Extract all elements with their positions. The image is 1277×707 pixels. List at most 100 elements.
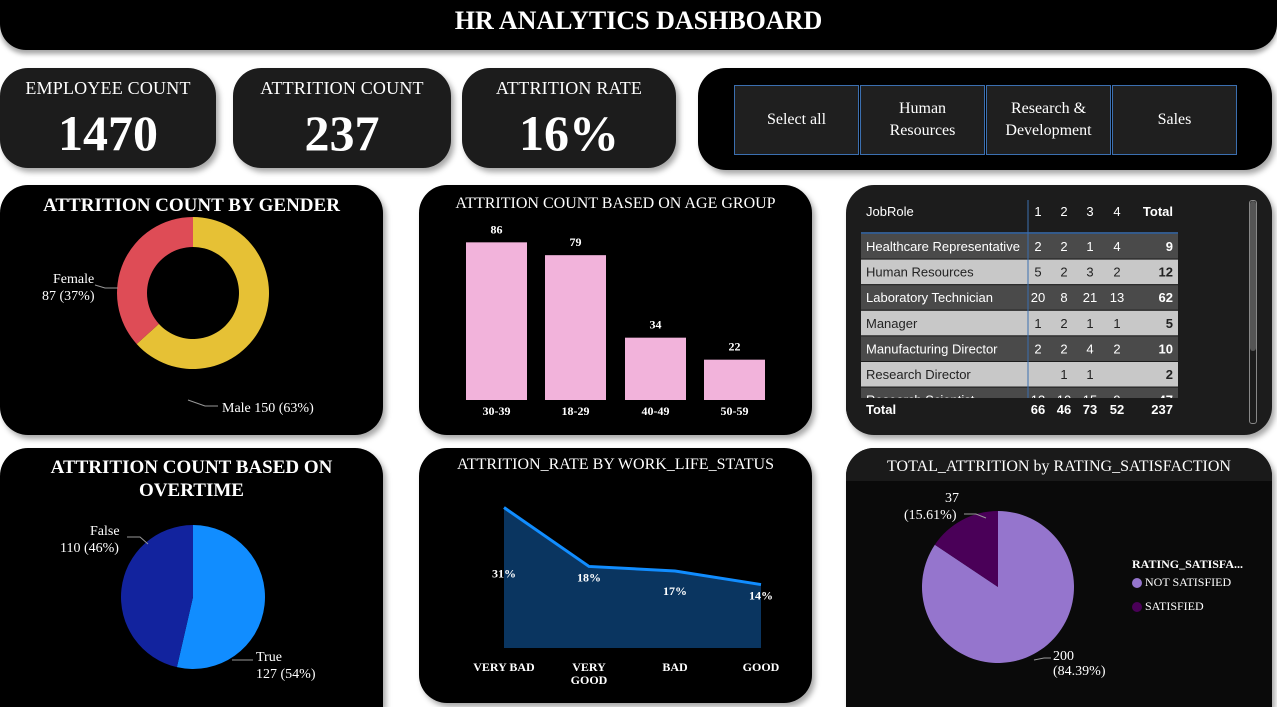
female-value: 87 (37%) — [42, 289, 95, 304]
gender-chart-card: ATTRITION COUNT BY GENDER Female 87 (37%… — [0, 185, 383, 435]
overtime-chart-card: ATTRITION COUNT BASED ON OVERTIME False … — [0, 448, 383, 707]
gender-donut-svg: Female 87 (37%) Male 150 (63%) — [42, 217, 314, 416]
table-cell[interactable]: 1 — [1086, 367, 1093, 382]
table-cell[interactable]: 2 — [1060, 265, 1067, 280]
legend-swatch-satisfied — [1132, 602, 1142, 612]
table-header-cell: 1 — [1034, 204, 1041, 219]
leader-line — [127, 536, 149, 545]
slicer-human-resources[interactable]: Human Resources — [860, 85, 985, 155]
true-value: 127 (54%) — [256, 667, 316, 682]
overtime-pie-svg: False 110 (46%) True 127 (54%) — [60, 524, 316, 682]
table-cell[interactable]: Healthcare Representative — [866, 239, 1020, 254]
table-cell[interactable]: 4 — [1113, 239, 1120, 254]
table-header-cell: 4 — [1113, 204, 1120, 219]
table-cell[interactable]: 2 — [1113, 265, 1120, 280]
kpi-value: 1470 — [58, 105, 158, 161]
not-satisfied-value: 200 — [1053, 649, 1074, 664]
table-cell[interactable]: 4 — [1086, 341, 1093, 356]
table-cell[interactable]: 5 — [1166, 316, 1173, 331]
legend-swatch-not-satisfied — [1132, 578, 1142, 588]
kpi-label: ATTRITION RATE — [495, 78, 643, 98]
age-bars-svg: 86 30-39 79 18-29 34 40-49 22 50-59 — [466, 222, 765, 418]
worklife-area-svg: 31% 18%17% 14%VERY BAD VERYGOODBAD GOOD — [473, 506, 780, 687]
table-cell[interactable]: 1 — [1086, 316, 1093, 331]
legend-title: RATING_SATISFA... — [1132, 557, 1243, 571]
worklife-category-label: VERY — [572, 660, 606, 674]
table-cell[interactable]: Human Resources — [866, 265, 974, 280]
worklife-data-label: 31% — [492, 567, 516, 581]
kpi-label: ATTRITION COUNT — [260, 78, 424, 98]
age-bar[interactable] — [545, 255, 606, 400]
table-cell[interactable]: 8 — [1060, 290, 1067, 305]
table-cell[interactable]: 1 — [1086, 239, 1093, 254]
satisfied-pct: (15.61%) — [904, 508, 957, 523]
table-cell[interactable]: 2 — [1034, 239, 1041, 254]
age-category-label: 50-59 — [721, 404, 749, 418]
table-cell[interactable]: 2 — [1113, 341, 1120, 356]
table-cell[interactable]: 2 — [1034, 341, 1041, 356]
table-row-values-bg — [1028, 285, 1178, 310]
jobrole-table: JobRole 1 2 3 4 TotalHealthcare Representativ… — [846, 200, 1246, 423]
donut-slice-female[interactable] — [117, 217, 193, 345]
table-cell[interactable]: 62 — [1159, 290, 1173, 305]
age-bar-data-label: 79 — [570, 235, 582, 249]
slicer-label: Research & Development — [1005, 100, 1092, 139]
kpi-label: EMPLOYEE COUNT — [25, 78, 191, 98]
leader-line — [187, 399, 218, 407]
kpi-attrition-count: ATTRITION COUNT 237 — [233, 68, 451, 168]
table-cell[interactable]: 10 — [1159, 341, 1173, 356]
worklife-data-label: 18% — [577, 570, 601, 584]
legend-satisfied[interactable]: SATISFIED — [1145, 599, 1204, 613]
table-total-cell: 52 — [1110, 402, 1124, 417]
table-cell[interactable]: 13 — [1110, 290, 1124, 305]
worklife-category-label: VERY BAD — [473, 660, 535, 674]
table-cell[interactable]: 20 — [1031, 290, 1045, 305]
slicer-sales[interactable]: Sales — [1112, 85, 1237, 155]
worklife-category-label: GOOD — [743, 660, 780, 674]
table-cell[interactable]: 1 — [1034, 316, 1041, 331]
table-cell[interactable]: 2 — [1166, 367, 1173, 382]
table-row-values-bg — [1028, 234, 1178, 259]
table-cell[interactable]: 5 — [1034, 265, 1041, 280]
slicer-label: Select all — [766, 111, 827, 128]
table-cell[interactable]: 1 — [1113, 316, 1120, 331]
scrollbar-thumb[interactable] — [1250, 201, 1256, 351]
age-category-label: 18-29 — [562, 404, 590, 418]
table-scrollbar[interactable] — [1249, 200, 1257, 424]
table-cell[interactable]: Laboratory Technician — [866, 290, 993, 305]
table-cell[interactable]: 12 — [1159, 265, 1173, 280]
legend-not-satisfied[interactable]: NOT SATISFIED — [1145, 575, 1231, 589]
satisfaction-pie-svg: 37 (15.61%) 200 (84.39%) RATING_SATISFA.… — [904, 491, 1243, 679]
table-row-values-bg — [1028, 259, 1178, 285]
table-cell[interactable]: Research Director — [866, 367, 971, 382]
age-chart-card: ATTRITION COUNT BASED ON AGE GROUP 86 30-… — [419, 185, 812, 435]
table-cell[interactable]: 1 — [1060, 367, 1067, 382]
table-cell[interactable]: 9 — [1166, 239, 1173, 254]
leader-line — [1033, 657, 1051, 661]
table-header-cell: JobRole — [866, 204, 914, 219]
satisfaction-chart-card: TOTAL_ATTRITION by RATING_SATISFACTION 3… — [846, 448, 1272, 707]
age-bar-data-label: 22 — [729, 340, 741, 354]
age-bar[interactable] — [704, 359, 765, 400]
table-cell[interactable]: 2 — [1060, 341, 1067, 356]
worklife-data-label: 14% — [749, 589, 773, 603]
table-total-cell: 46 — [1057, 402, 1071, 417]
age-bar[interactable] — [625, 337, 686, 400]
leader-line — [94, 284, 118, 289]
slicer-research-development[interactable]: Research & Development — [986, 85, 1111, 155]
table-cell[interactable]: Manager — [866, 316, 918, 331]
table-cell[interactable]: 3 — [1086, 265, 1093, 280]
table-cell[interactable]: Manufacturing Director — [866, 341, 998, 356]
slicer-select-all[interactable]: Select all — [734, 85, 859, 155]
age-bar[interactable] — [466, 242, 527, 400]
table-header-cell: 2 — [1060, 204, 1067, 219]
kpi-value: 237 — [304, 105, 380, 161]
table-total-cell: Total — [866, 402, 896, 417]
table-cell[interactable]: 2 — [1060, 239, 1067, 254]
table-cell[interactable]: 2 — [1060, 316, 1067, 331]
false-value: 110 (46%) — [60, 541, 119, 556]
worklife-chart-card: ATTRITION_RATE BY WORK_LIFE_STATUS 31% 18… — [419, 448, 812, 703]
table-cell[interactable]: 21 — [1083, 290, 1097, 305]
slicer-label: Sales — [1157, 111, 1192, 128]
age-bar-data-label: 34 — [650, 318, 662, 332]
